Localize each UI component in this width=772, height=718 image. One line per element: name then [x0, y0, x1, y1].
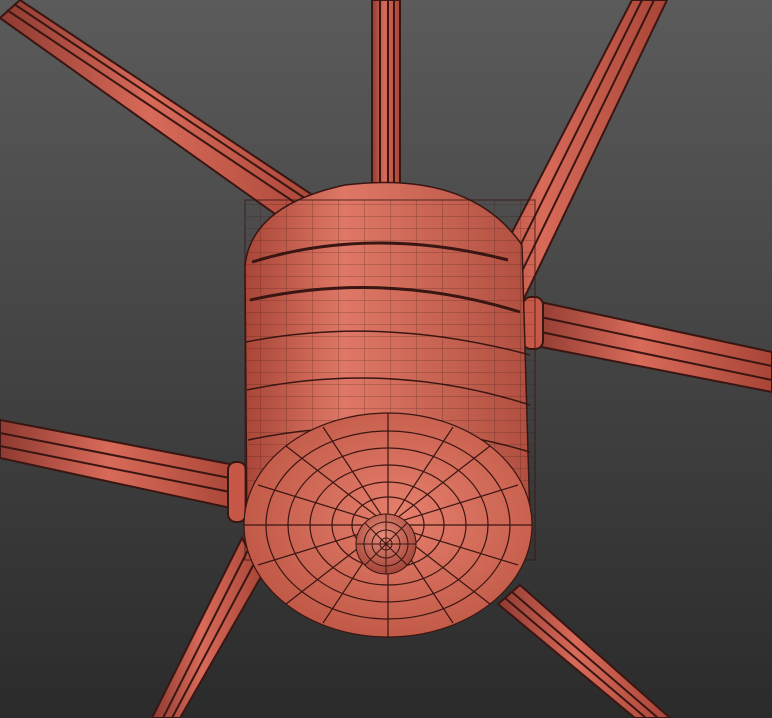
wireframe-render [0, 0, 772, 718]
rod-top [371, 0, 401, 186]
3d-viewport[interactable] [0, 0, 772, 718]
center-knob [355, 513, 417, 575]
